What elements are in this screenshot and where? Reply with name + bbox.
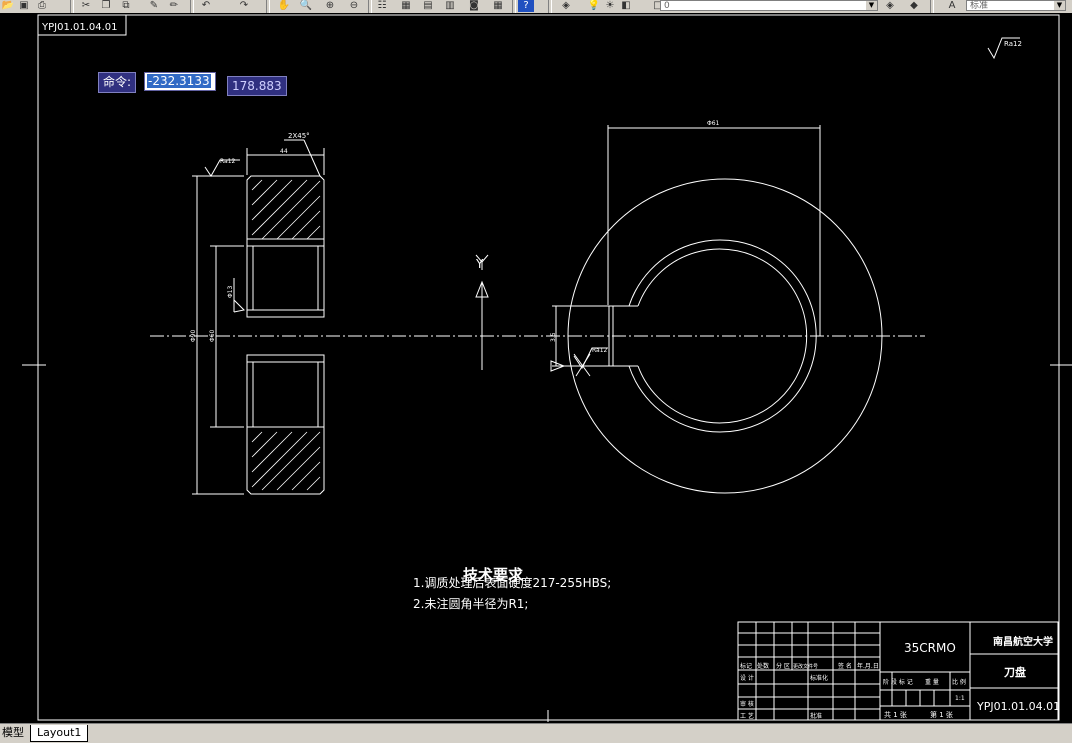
mirrored-part-number: YPJ01.01.04.01 [41, 22, 118, 33]
material-cell: 35CRMO [904, 641, 956, 655]
chamfer-label: 2X45° [288, 132, 310, 140]
properties-icon[interactable]: ☷ [374, 0, 390, 12]
scale-cell: 1:1 [955, 695, 965, 702]
toolpalette-icon[interactable]: ▤ [420, 0, 436, 12]
zoom-previous-icon[interactable]: ⊖ [346, 0, 362, 12]
save-icon[interactable]: ▣ [16, 0, 32, 12]
tb-label: 标准化 [810, 674, 828, 682]
tb-label: 重 量 [925, 678, 939, 686]
copy-icon[interactable]: ❐ [98, 0, 114, 12]
tb-label: 标记 [740, 662, 752, 670]
textstyle-icon[interactable]: A [944, 0, 960, 12]
tb-label: 处数 [757, 662, 769, 670]
block-icon[interactable]: ✏ [166, 0, 182, 12]
help-icon[interactable]: ? [518, 0, 534, 12]
drawing-canvas[interactable]: YPJ01.01.04.01 Ra12 2X45° 44 Ra12 Φ90 Φ6… [0, 13, 1072, 723]
bore-dim-label: Φ13 [227, 285, 234, 298]
textstyle-select[interactable]: 标准 ▼ [966, 0, 1066, 11]
lock-icon: ◧ [621, 0, 631, 11]
tb-label: 比 例 [952, 678, 966, 686]
top-dim-label: Φ61 [707, 120, 720, 127]
section-view [192, 139, 325, 495]
layer-state-icon[interactable]: ◆ [906, 0, 922, 12]
chevron-down-icon: ▼ [866, 1, 877, 10]
outer-dim-label: Φ90 [190, 329, 197, 342]
cut-icon[interactable]: ✂ [78, 0, 94, 12]
print-icon[interactable]: ⎙ [34, 0, 50, 12]
tab-model[interactable]: 模型 [0, 725, 26, 741]
markup-icon[interactable]: ◙ [466, 0, 482, 12]
sheetset-icon[interactable]: ▥ [442, 0, 458, 12]
roughness-label: Ra12 [220, 158, 236, 165]
part-name-cell: 刀盘 [1004, 665, 1026, 679]
open-icon[interactable]: 📂 [0, 0, 16, 12]
tb-label: 分 区 [776, 662, 790, 670]
drawing-frame [37, 14, 1060, 721]
paste-icon[interactable]: ⧉ [118, 0, 134, 12]
redo-icon[interactable]: ↷ [236, 0, 252, 12]
drawing-number-cell: YPJ01.01.04.01 [976, 700, 1060, 713]
lightbulb-icon: 💡 [587, 0, 601, 11]
zoom-realtime-icon[interactable]: 🔍 [298, 0, 314, 12]
undo-icon[interactable]: ↶ [198, 0, 214, 12]
designcenter-icon[interactable]: ▦ [398, 0, 414, 12]
tb-label: 设 计 [740, 674, 754, 682]
y-axis-label: Y [475, 257, 484, 271]
tb-label: 签 名 [838, 662, 852, 670]
x-coordinate-input[interactable]: -232.3133 [144, 72, 216, 91]
chevron-down-icon: ▼ [1054, 1, 1065, 10]
tb-label: 第 1 张 [930, 710, 953, 719]
tb-label: 共 1 张 [884, 710, 907, 719]
drawing-svg: YPJ01.01.04.01 Ra12 2X45° 44 Ra12 Φ90 Φ6… [22, 14, 1072, 722]
tb-label: 年.月.日 [857, 662, 879, 670]
width-dim-label: 44 [280, 148, 288, 155]
layer-manager-icon[interactable]: ◈ [558, 0, 574, 12]
tb-label: 批准 [810, 712, 822, 720]
front-view [550, 125, 883, 494]
standard-toolbar: 📂 ▣ ⎙ ✂ ❐ ⧉ ✎ ✏ ↶ ↷ ✋ 🔍 ⊕ ⊖ ☷ ▦ ▤ ▥ ◙ ▦ … [0, 0, 1072, 14]
inner-dim-label: Φ60 [209, 329, 216, 342]
y-coordinate-input[interactable]: 178.883 [227, 76, 287, 96]
pan-icon[interactable]: ✋ [276, 0, 292, 12]
tb-label: 更改文件号 [793, 663, 818, 670]
match-icon[interactable]: ✎ [146, 0, 162, 12]
calculator-icon[interactable]: ▦ [490, 0, 506, 12]
roughness-label: Ra12 [1004, 40, 1022, 48]
layout-tabs: 模型 Layout1 [0, 723, 1072, 743]
school-cell: 南昌航空大学 [993, 635, 1053, 648]
sun-icon: ☀ [605, 0, 615, 11]
layer-previous-icon[interactable]: ◈ [882, 0, 898, 12]
requirement-line: 1.调质处理后表面硬度217-255HBS; [413, 576, 612, 590]
tab-layout1[interactable]: Layout1 [30, 725, 89, 742]
zoom-window-icon[interactable]: ⊕ [322, 0, 338, 12]
roughness-label: Ra12 [592, 347, 608, 354]
tb-label: 工 艺 [740, 712, 754, 720]
layer-select[interactable]: 0 ▼ [660, 0, 878, 11]
command-label: 命令: [98, 72, 137, 93]
tb-label: 审 核 [740, 700, 754, 708]
keyway-dim-label: 3.5 [550, 332, 557, 342]
tb-label: 阶 段 标 记 [883, 678, 913, 686]
requirement-line: 2.未注圆角半径为R1; [413, 597, 529, 611]
